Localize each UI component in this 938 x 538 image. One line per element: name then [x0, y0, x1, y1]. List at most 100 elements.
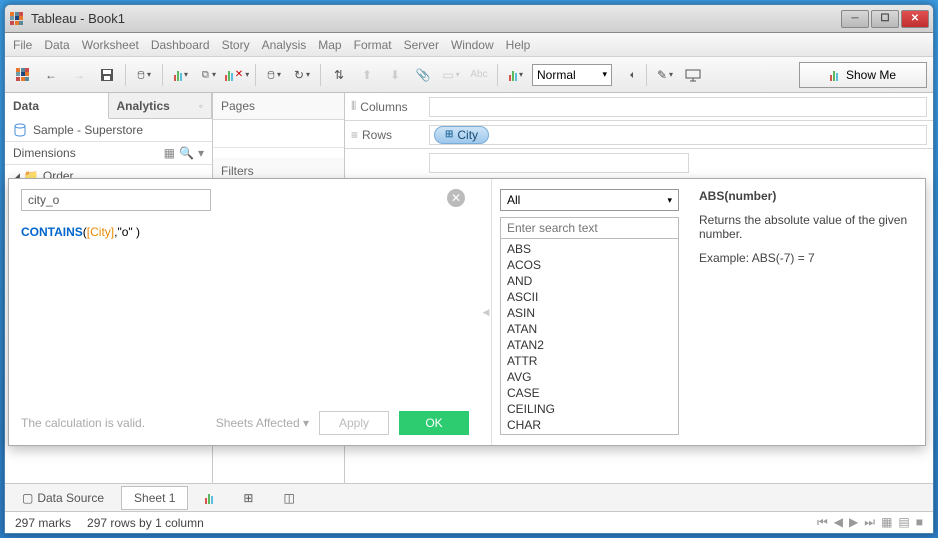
new-story-tab[interactable]: ◫	[270, 486, 307, 510]
window-title: Tableau - Book1	[31, 11, 841, 26]
nav-first-icon[interactable]: ⏮	[817, 515, 828, 530]
fn-item[interactable]: ATTR	[507, 353, 672, 369]
new-datasource-button[interactable]: ▾	[132, 63, 156, 87]
view-grid-icon[interactable]: ▦	[881, 515, 892, 530]
menu-format[interactable]: Format	[354, 38, 392, 52]
columns-shelf[interactable]: ⦀Columns	[345, 93, 933, 121]
rows-drop-area[interactable]: ⊞ City	[429, 125, 927, 145]
nav-last-icon[interactable]: ⏭	[864, 515, 875, 530]
formula-field: [City]	[87, 225, 114, 239]
refresh-button[interactable]: ↻▾	[290, 63, 314, 87]
zoom-label: Normal	[537, 68, 576, 82]
fn-item[interactable]: AND	[507, 273, 672, 289]
menu-analysis[interactable]: Analysis	[262, 38, 307, 52]
abc-button[interactable]: Abc	[467, 63, 491, 87]
function-category-select[interactable]: All	[500, 189, 679, 211]
formula-function: CONTAINS	[21, 225, 83, 239]
nav-next-icon[interactable]: ▶	[849, 515, 858, 530]
dimensions-label: Dimensions	[13, 146, 76, 160]
sort-desc-button[interactable]: ⬇	[383, 63, 407, 87]
menu-dashboard[interactable]: Dashboard	[151, 38, 210, 52]
fn-item[interactable]: ABS	[507, 241, 672, 257]
menu-worksheet[interactable]: Worksheet	[82, 38, 139, 52]
zoom-select[interactable]: Normal	[532, 64, 612, 86]
show-me-icon	[830, 69, 838, 81]
fn-item[interactable]: ATAN	[507, 321, 672, 337]
presentation-button[interactable]	[681, 63, 705, 87]
menu-help[interactable]: Help	[506, 38, 531, 52]
formula-rest: ,"o" )	[114, 225, 140, 239]
calc-close-button[interactable]: ✕	[447, 189, 465, 207]
maximize-button[interactable]: ☐	[871, 10, 899, 28]
view-icon[interactable]: ▦	[164, 146, 175, 160]
fn-item[interactable]: CONTAINS	[507, 433, 672, 435]
help-signature: ABS(number)	[699, 189, 913, 203]
fn-item[interactable]: CHAR	[507, 417, 672, 433]
search-icon[interactable]: 🔍	[179, 146, 194, 160]
save-button[interactable]	[95, 63, 119, 87]
nav-prev-icon[interactable]: ◀	[834, 515, 843, 530]
fn-item[interactable]: ASCII	[507, 289, 672, 305]
function-search-input[interactable]	[500, 217, 679, 239]
view-film-icon[interactable]: ▤	[898, 515, 909, 530]
forward-button[interactable]: →	[67, 63, 91, 87]
function-list[interactable]: ABS ACOS AND ASCII ASIN ATAN ATAN2 ATTR …	[500, 239, 679, 435]
tab-sheet1[interactable]: Sheet 1	[121, 486, 188, 510]
fn-item[interactable]: ATAN2	[507, 337, 672, 353]
columns-drop-area[interactable]	[429, 97, 927, 117]
duplicate-button[interactable]: ▾	[197, 63, 221, 87]
calc-formula-area[interactable]: CONTAINS([City],"o" )	[21, 225, 469, 240]
close-button[interactable]: ✕	[901, 10, 929, 28]
minimize-button[interactable]: ─	[841, 10, 869, 28]
ok-button[interactable]: OK	[399, 411, 469, 435]
swap-button[interactable]: ⇅	[327, 63, 351, 87]
new-dashboard-tab[interactable]: ⊞	[230, 486, 266, 510]
tab-analytics[interactable]: Analytics◦	[109, 93, 213, 118]
menu-data[interactable]: Data	[44, 38, 69, 52]
fn-item[interactable]: CEILING	[507, 401, 672, 417]
highlight-button[interactable]: ✎▾	[653, 63, 677, 87]
tableau-logo-button[interactable]	[11, 63, 35, 87]
fn-item[interactable]: CASE	[507, 385, 672, 401]
menu-window[interactable]: Window	[451, 38, 494, 52]
pages-shelf[interactable]	[213, 120, 344, 148]
sort-asc-button[interactable]: ⬆	[355, 63, 379, 87]
pages-shelf-header: Pages	[213, 93, 344, 120]
menu-story[interactable]: Story	[222, 38, 250, 52]
menu-server[interactable]: Server	[404, 38, 439, 52]
show-me-button[interactable]: Show Me	[799, 62, 927, 88]
menu-icon[interactable]: ▾	[198, 146, 204, 160]
calc-collapse-handle[interactable]: ◀	[481, 179, 491, 445]
function-list-panel: All ABS ACOS AND ASCII ASIN ATAN ATAN2 A…	[491, 179, 687, 445]
calc-name-input[interactable]	[21, 189, 211, 211]
sheets-affected-dropdown[interactable]: Sheets Affected ▾	[216, 416, 309, 430]
tab-datasource[interactable]: ▢ Data Source	[9, 486, 117, 510]
menu-file[interactable]: File	[13, 38, 32, 52]
apply-button[interactable]: Apply	[319, 411, 389, 435]
fn-item[interactable]: ASIN	[507, 305, 672, 321]
fn-item[interactable]: AVG	[507, 369, 672, 385]
clear-button[interactable]: ✕▾	[225, 63, 249, 87]
rows-pill-city[interactable]: ⊞ City	[434, 126, 489, 144]
rows-shelf[interactable]: ≡Rows ⊞ City	[345, 121, 933, 149]
fn-item[interactable]: ACOS	[507, 257, 672, 273]
menu-map[interactable]: Map	[318, 38, 341, 52]
back-button[interactable]: ←	[39, 63, 63, 87]
new-worksheet-button[interactable]: ▾	[169, 63, 193, 87]
help-description: Returns the absolute value of the given …	[699, 213, 913, 241]
menubar: File Data Worksheet Dashboard Story Anal…	[5, 33, 933, 57]
dimensions-header: Dimensions ▦ 🔍 ▾	[5, 142, 212, 165]
pin-button[interactable]	[616, 63, 640, 87]
status-rows: 297 rows by 1 column	[87, 516, 204, 530]
fit-button[interactable]: ▾	[504, 63, 528, 87]
toolbar: ← → ▾ ▾ ▾ ✕▾ ▾ ↻▾ ⇅ ⬆ ⬇ 📎 ▭▾ Abc ▾ Norma…	[5, 57, 933, 93]
tab-data[interactable]: Data	[5, 93, 109, 119]
datasource-row[interactable]: Sample - Superstore	[5, 119, 212, 142]
extra-drop-area[interactable]	[429, 153, 689, 173]
attach-button[interactable]: 📎	[411, 63, 435, 87]
view-full-icon[interactable]: ■	[916, 515, 923, 530]
status-marks: 297 marks	[15, 516, 71, 530]
group-button[interactable]: ▭▾	[439, 63, 463, 87]
autoupdate-button[interactable]: ▾	[262, 63, 286, 87]
new-worksheet-tab[interactable]	[192, 486, 226, 510]
